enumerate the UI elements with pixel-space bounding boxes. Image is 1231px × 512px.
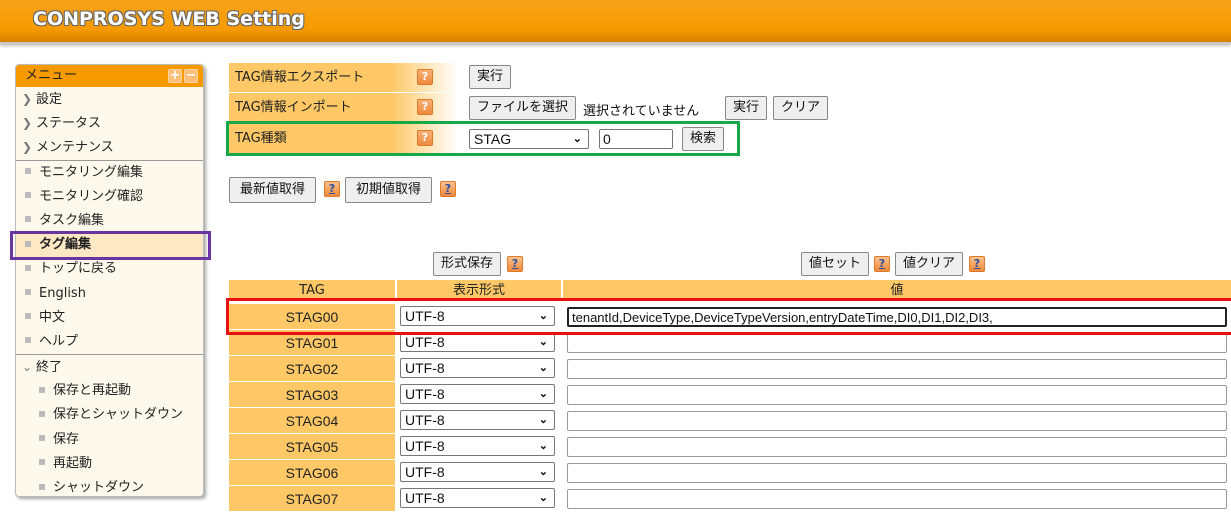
sidebar-item-back-to-top[interactable]: トップに戻る [16, 257, 203, 281]
bullet-icon [39, 483, 45, 490]
value-input[interactable] [567, 333, 1227, 353]
column-header-tag: TAG [229, 280, 395, 300]
no-file-selected-text: 選択されていません [583, 104, 700, 119]
sidebar-item-help[interactable]: ヘルプ [16, 330, 203, 354]
help-icon[interactable]: ? [417, 69, 433, 85]
help-icon[interactable]: ? [969, 256, 985, 272]
tag-name-cell: STAG06 [229, 460, 395, 485]
format-select[interactable]: UTF-8 ⌄ [400, 410, 555, 430]
expand-all-icon[interactable]: + [168, 69, 182, 83]
sidebar-group-maintenance[interactable]: ❯ メンテナンス [16, 135, 203, 159]
table-row: STAG06 UTF-8 ⌄ [229, 460, 1231, 486]
sidebar-group-status[interactable]: ❯ ステータス [16, 111, 203, 135]
bullet-icon [25, 289, 31, 295]
menu-title: メニュー [25, 68, 78, 83]
format-select[interactable]: UTF-8 ⌄ [400, 488, 555, 508]
row-highlight-annotation [226, 298, 1231, 335]
tag-name-cell: STAG03 [229, 382, 395, 407]
bullet-icon [39, 459, 45, 466]
bullet-icon [25, 216, 31, 223]
sidebar-item-restart[interactable]: 再起動 [16, 452, 203, 476]
clear-value-button[interactable]: 値クリア [895, 252, 964, 276]
chevron-right-icon: ❯ [22, 140, 33, 155]
bullet-icon [25, 264, 31, 271]
bullet-icon [25, 337, 31, 344]
tag-name-cell: STAG07 [229, 486, 395, 511]
sidebar-item-task-edit[interactable]: タスク編集 [16, 209, 203, 233]
value-input[interactable] [567, 385, 1227, 405]
table-row: STAG05 UTF-8 ⌄ [229, 434, 1231, 460]
bullet-icon [25, 313, 31, 320]
sidebar-item-english[interactable]: English [16, 282, 203, 306]
sidebar-group-settings[interactable]: ❯ 設定 [16, 87, 203, 111]
help-icon[interactable]: ? [507, 256, 523, 272]
sidebar-item-monitoring-check[interactable]: モニタリング確認 [16, 185, 203, 209]
collapse-all-icon[interactable]: − [184, 69, 198, 83]
sidebar-item-save-restart[interactable]: 保存と再起動 [16, 379, 203, 403]
sidebar-item-save[interactable]: 保存 [16, 428, 203, 452]
sidebar-item-save-shutdown[interactable]: 保存とシャットダウン [16, 403, 203, 427]
value-input[interactable] [567, 437, 1227, 457]
app-header: CONPROSYS WEB Setting [0, 0, 1231, 44]
save-format-button[interactable]: 形式保存 [433, 252, 502, 276]
table-row: STAG04 UTF-8 ⌄ [229, 408, 1231, 434]
get-latest-value-button[interactable]: 最新値取得 [229, 177, 317, 203]
value-input[interactable] [567, 489, 1227, 509]
value-input[interactable] [567, 463, 1227, 483]
chevron-down-icon: ⌄ [538, 440, 548, 452]
sidebar-menu: メニュー + − ❯ 設定 ❯ ステータス ❯ メンテナンス モニタリング編集 モニタ… [15, 64, 204, 497]
app-title: CONPROSYS WEB Setting [33, 8, 305, 30]
choose-file-button[interactable]: ファイルを選択 [469, 96, 577, 120]
value-input[interactable] [567, 411, 1227, 431]
import-label: TAG情報インポート? [229, 93, 459, 122]
export-run-button[interactable]: 実行 [469, 65, 512, 89]
bullet-icon [39, 435, 45, 442]
chevron-down-icon: ⌄ [538, 336, 548, 348]
help-icon[interactable]: ? [874, 256, 890, 272]
set-value-button[interactable]: 値セット [801, 252, 870, 276]
chevron-down-icon: ⌄ [538, 362, 548, 374]
chevron-down-icon: ⌄ [538, 414, 548, 426]
table-row: STAG02 UTF-8 ⌄ [229, 356, 1231, 382]
tag-name-cell: STAG05 [229, 434, 395, 459]
sidebar-highlight-annotation [10, 231, 211, 260]
format-select[interactable]: UTF-8 ⌄ [400, 436, 555, 456]
format-select[interactable]: UTF-8 ⌄ [400, 358, 555, 378]
bullet-icon [39, 386, 45, 393]
export-label: TAG情報エクスポート? [229, 63, 459, 92]
chevron-down-icon: ⌄ [22, 360, 33, 375]
chevron-right-icon: ❯ [22, 92, 33, 106]
bullet-icon [39, 410, 45, 417]
import-clear-button[interactable]: クリア [773, 96, 829, 120]
column-header-value: 値 [563, 280, 1231, 300]
tag-name-cell: STAG02 [229, 356, 395, 381]
chevron-right-icon: ❯ [22, 116, 33, 131]
format-select[interactable]: UTF-8 ⌄ [400, 332, 555, 352]
sidebar-item-chinese[interactable]: 中文 [16, 306, 203, 330]
format-select[interactable]: UTF-8 ⌄ [400, 384, 555, 404]
chevron-down-icon: ⌄ [538, 492, 548, 504]
tag-name-cell: STAG04 [229, 408, 395, 433]
table-row: STAG03 UTF-8 ⌄ [229, 382, 1231, 408]
chevron-down-icon: ⌄ [538, 466, 548, 478]
sidebar-item-shutdown[interactable]: シャットダウン [16, 476, 203, 496]
get-initial-value-button[interactable]: 初期値取得 [345, 177, 433, 203]
help-icon[interactable]: ? [324, 181, 340, 197]
column-header-format: 表示形式 [397, 280, 561, 300]
menu-header: メニュー + − [16, 65, 203, 87]
help-icon[interactable]: ? [417, 99, 433, 115]
chevron-down-icon: ⌄ [538, 388, 548, 400]
bullet-icon [25, 192, 31, 199]
tag-type-highlight-annotation [226, 121, 740, 156]
help-icon[interactable]: ? [440, 181, 456, 197]
sidebar-item-monitoring-edit[interactable]: モニタリング編集 [16, 161, 203, 185]
format-select[interactable]: UTF-8 ⌄ [400, 462, 555, 482]
bullet-icon [25, 168, 31, 175]
import-run-button[interactable]: 実行 [725, 96, 768, 120]
sidebar-group-exit[interactable]: ⌄ 終了 [16, 355, 203, 379]
value-input[interactable] [567, 359, 1227, 379]
table-row: STAG07 UTF-8 ⌄ [229, 486, 1231, 512]
